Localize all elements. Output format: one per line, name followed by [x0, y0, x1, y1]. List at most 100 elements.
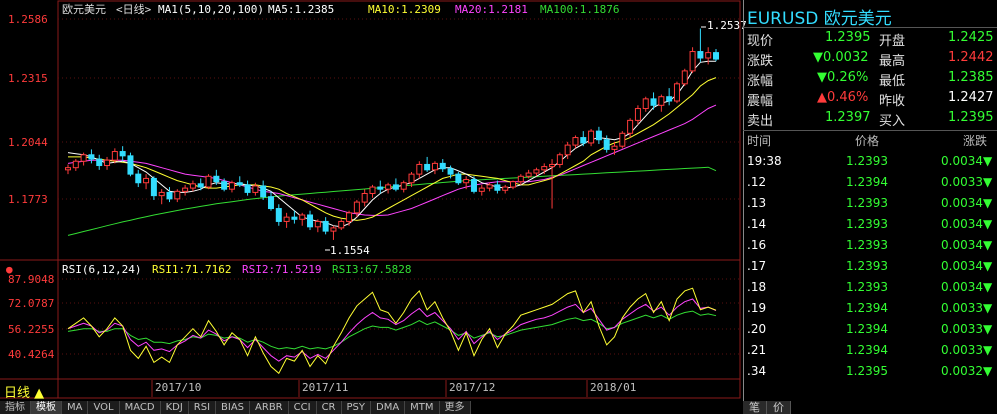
candle-body	[689, 51, 696, 72]
tick-time: .21	[747, 343, 767, 357]
candle-body	[549, 163, 556, 168]
date-axis-tick: 2017/12	[449, 381, 496, 394]
tick-change: 0.0033▼	[941, 343, 993, 357]
tick-row[interactable]: 19:38 1.2393 0.0034▼	[743, 154, 997, 174]
chart-area[interactable]: 欧元美元 <日线> MA1(5,10,20,100) MA5:1.2385 MA…	[0, 0, 747, 414]
rsi-axis-tick: 72.0787	[8, 297, 55, 310]
candle-body	[439, 162, 446, 170]
tab-rsi[interactable]: RSI	[188, 401, 217, 414]
candle-body	[119, 151, 126, 157]
ma100-line	[67, 166, 717, 236]
tick-change: 0.0033▼	[941, 322, 993, 336]
kline-chart[interactable]	[0, 0, 742, 414]
tab-more[interactable]: 更多	[439, 401, 471, 414]
candle-body	[80, 154, 87, 162]
tick-time: .12	[747, 175, 767, 189]
tick-row[interactable]: .14 1.2393 0.0034▼	[743, 217, 997, 237]
tab-psy[interactable]: PSY	[341, 401, 371, 414]
candle-body	[658, 96, 665, 106]
tab-mtm[interactable]: MTM	[405, 401, 440, 414]
tab-bias[interactable]: BIAS	[216, 401, 251, 414]
tick-change: 0.0033▼	[941, 301, 993, 315]
candle-body	[236, 182, 243, 186]
candle-body	[447, 168, 454, 175]
candle-body	[252, 185, 259, 193]
tick-row[interactable]: .21 1.2394 0.0033▼	[743, 343, 997, 363]
quote-value: 1.2385	[948, 70, 994, 85]
candle-body	[275, 208, 282, 222]
quote-row: 涨幅 ▼0.26% 最低 1.2385	[743, 70, 997, 89]
candle-body	[611, 145, 618, 150]
candle-body	[213, 175, 220, 183]
quote-key: 最高	[879, 54, 906, 69]
tick-header-price: 价格	[855, 134, 880, 148]
candle-body	[408, 173, 415, 184]
candle-body	[88, 154, 95, 160]
tick-row[interactable]: .19 1.2394 0.0033▼	[743, 301, 997, 321]
candle-body	[533, 169, 540, 174]
quote-value: ▼0.26%	[817, 70, 869, 85]
candle-body	[486, 184, 493, 189]
tick-price: 1.2393	[846, 196, 888, 210]
candle-body	[369, 186, 376, 194]
candle-body	[65, 167, 71, 171]
quote-panel: EURUSD 欧元美元 现价 1.2395 开盘 1.2425 涨跌 ▼0.00…	[743, 0, 997, 414]
quote-value: 1.2395	[948, 110, 994, 125]
tab-kdj[interactable]: KDJ	[160, 401, 189, 414]
tab-dma[interactable]: DMA	[371, 401, 406, 414]
tick-row[interactable]: .12 1.2394 0.0033▼	[743, 175, 997, 195]
candle-body	[143, 177, 150, 184]
candle-body	[111, 151, 118, 161]
candle-body	[182, 187, 189, 192]
candle-body	[556, 154, 563, 165]
tab-prices[interactable]: 价	[767, 401, 791, 414]
tick-change: 0.0034▼	[941, 238, 993, 252]
quote-key: 涨幅	[747, 74, 774, 89]
tab-cci[interactable]: CCI	[288, 401, 317, 414]
candle-body	[541, 166, 548, 171]
tab-arbr[interactable]: ARBR	[250, 401, 289, 414]
tick-row[interactable]: .16 1.2393 0.0034▼	[743, 238, 997, 258]
tick-row[interactable]: .18 1.2393 0.0034▼	[743, 280, 997, 300]
candle-body	[72, 160, 79, 169]
tick-price: 1.2393	[846, 238, 888, 252]
quote-key: 震幅	[747, 94, 774, 109]
rsi2-value: RSI2:71.5219	[242, 263, 322, 276]
quote-key: 开盘	[879, 34, 906, 49]
candle-body	[681, 70, 688, 85]
tick-row[interactable]: .13 1.2393 0.0034▼	[743, 196, 997, 216]
tab-cr[interactable]: CR	[316, 401, 342, 414]
divider	[743, 27, 997, 28]
quote-row: 卖出 1.2397 买入 1.2395	[743, 110, 997, 129]
tab-template[interactable]: 模板	[31, 401, 62, 414]
tick-row[interactable]: .34 1.2395 0.0032▼	[743, 364, 997, 384]
quote-title: EURUSD 欧元美元	[747, 9, 892, 29]
quote-key: 昨收	[879, 94, 906, 109]
quote-value: 1.2395	[825, 30, 871, 45]
ma-label: MA1(5,10,20,100)	[158, 3, 264, 16]
tick-row[interactable]: .20 1.2394 0.0033▼	[743, 322, 997, 342]
period-selector[interactable]: 日线 ▲	[4, 382, 44, 401]
candle-body	[150, 177, 157, 197]
quote-key: 卖出	[747, 114, 774, 129]
high-annotation: 1.2537	[707, 19, 747, 32]
rsi1-value: RSI1:71.7162	[152, 263, 232, 276]
tick-price: 1.2395	[846, 364, 888, 378]
instrument-name: 欧元美元	[62, 3, 106, 16]
tab-vol[interactable]: VOL	[88, 401, 120, 414]
tick-time: .18	[747, 280, 767, 294]
quote-key: 现价	[747, 34, 774, 49]
quote-row: 涨跌 ▼0.0032 最高 1.2442	[743, 50, 997, 69]
tick-price: 1.2394	[846, 343, 888, 357]
tick-row[interactable]: .17 1.2393 0.0034▼	[743, 259, 997, 279]
candle-body	[338, 220, 345, 229]
candle-body	[353, 201, 360, 214]
candle-body	[494, 184, 501, 191]
tab-ma[interactable]: MA	[62, 401, 89, 414]
tab-trades[interactable]: 笔	[743, 401, 767, 414]
tick-time: .16	[747, 238, 767, 252]
candle-body	[572, 137, 579, 146]
tab-indicator[interactable]: 指标	[0, 401, 31, 414]
candle-body	[455, 173, 462, 184]
tab-macd[interactable]: MACD	[119, 401, 161, 414]
